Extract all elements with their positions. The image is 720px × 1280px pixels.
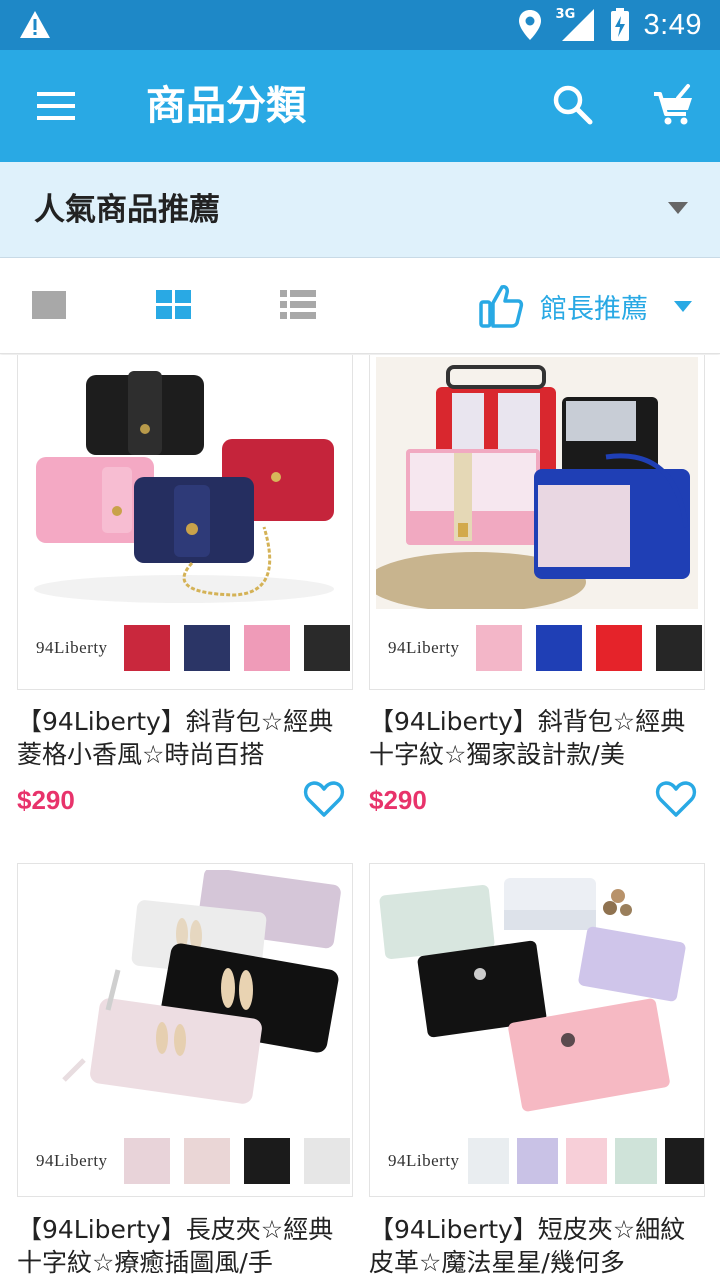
color-swatches: 94Liberty: [18, 1126, 352, 1196]
product-grid: 94Liberty 【94Liberty】斜背包☆經典菱格小香風☆時尚百搭 $2…: [0, 355, 720, 1280]
product-image-frame: 94Liberty: [17, 863, 353, 1197]
product-price: $290: [17, 785, 75, 815]
product-image-frame: 94Liberty: [17, 355, 353, 690]
swatch: [304, 625, 350, 671]
caret-down-icon: [674, 300, 692, 312]
menu-icon: [37, 92, 75, 120]
brand-logo: 94Liberty: [36, 1151, 108, 1170]
location-icon: [518, 10, 541, 40]
product-image: [376, 870, 698, 1122]
color-swatches: 94Liberty: [370, 1126, 704, 1196]
warning-icon: [20, 11, 50, 38]
product-card[interactable]: 94Liberty 【94Liberty】斜背包☆經典菱格小香風☆時尚百搭 $2…: [17, 355, 353, 835]
swatch: [467, 1138, 509, 1184]
swatch: [516, 1138, 559, 1184]
swatch: [244, 625, 290, 671]
color-swatches: 94Liberty: [370, 613, 704, 683]
product-image: [376, 357, 698, 609]
product-card[interactable]: 94Liberty 【94Liberty】短皮夾☆細紋皮革☆魔法星星/幾何多: [369, 863, 705, 1280]
battery-icon: [610, 8, 629, 41]
product-image: [24, 357, 346, 609]
view-toolbar: 館長推薦: [0, 258, 720, 354]
swatch: [184, 625, 230, 671]
product-name[interactable]: 【94Liberty】長皮夾☆經典十字紋☆療癒插圖風/手: [17, 1213, 353, 1279]
swatch: [304, 1138, 350, 1184]
cart-icon[interactable]: [648, 80, 698, 130]
swatch: [536, 625, 582, 671]
swatch: [566, 1138, 608, 1184]
swatch: [656, 625, 702, 671]
brand-logo: 94Liberty: [388, 1151, 460, 1170]
color-swatches: 94Liberty: [18, 613, 352, 683]
app-bar: 商品分類: [0, 50, 720, 162]
swatch: [184, 1138, 230, 1184]
product-image-frame: 94Liberty: [369, 355, 705, 690]
list-view-icon[interactable]: [278, 288, 318, 322]
heart-outline-icon[interactable]: [303, 779, 345, 819]
product-card[interactable]: 94Liberty 【94Liberty】斜背包☆經典十字紋☆獨家設計款/美 $…: [369, 355, 705, 835]
sort-label: 館長推薦: [540, 293, 648, 325]
brand-logo: 94Liberty: [388, 638, 460, 657]
search-icon[interactable]: [548, 80, 598, 130]
swatch: [124, 625, 170, 671]
heart-outline-icon[interactable]: [655, 779, 697, 819]
sort-dropdown[interactable]: 館長推薦: [478, 280, 692, 332]
status-bar: 3G 3:49: [0, 0, 720, 50]
signal-icon: 3G: [556, 7, 596, 43]
product-card[interactable]: 94Liberty 【94Liberty】長皮夾☆經典十字紋☆療癒插圖風/手: [17, 863, 353, 1280]
thumbs-up-icon: [479, 285, 524, 328]
product-name[interactable]: 【94Liberty】斜背包☆經典菱格小香風☆時尚百搭: [17, 705, 353, 771]
category-label: 人氣商品推薦: [34, 192, 220, 228]
product-price: $290: [369, 785, 427, 815]
page-title: 商品分類: [146, 83, 306, 129]
swatch: [664, 1138, 704, 1184]
single-view-icon[interactable]: [30, 288, 70, 322]
product-image-frame: 94Liberty: [369, 863, 705, 1197]
product-name[interactable]: 【94Liberty】短皮夾☆細紋皮革☆魔法星星/幾何多: [369, 1213, 705, 1279]
grid-view-icon[interactable]: [154, 288, 194, 322]
clock: 3:49: [643, 8, 702, 41]
product-name[interactable]: 【94Liberty】斜背包☆經典十字紋☆獨家設計款/美: [369, 705, 705, 771]
brand-logo: 94Liberty: [36, 638, 108, 657]
swatch: [615, 1138, 657, 1184]
menu-button[interactable]: [26, 80, 86, 132]
product-image: [24, 870, 346, 1122]
category-dropdown[interactable]: 人氣商品推薦: [0, 162, 720, 258]
swatch: [124, 1138, 170, 1184]
chevron-down-icon: [668, 202, 688, 214]
swatch: [476, 625, 522, 671]
swatch: [244, 1138, 290, 1184]
swatch: [596, 625, 642, 671]
